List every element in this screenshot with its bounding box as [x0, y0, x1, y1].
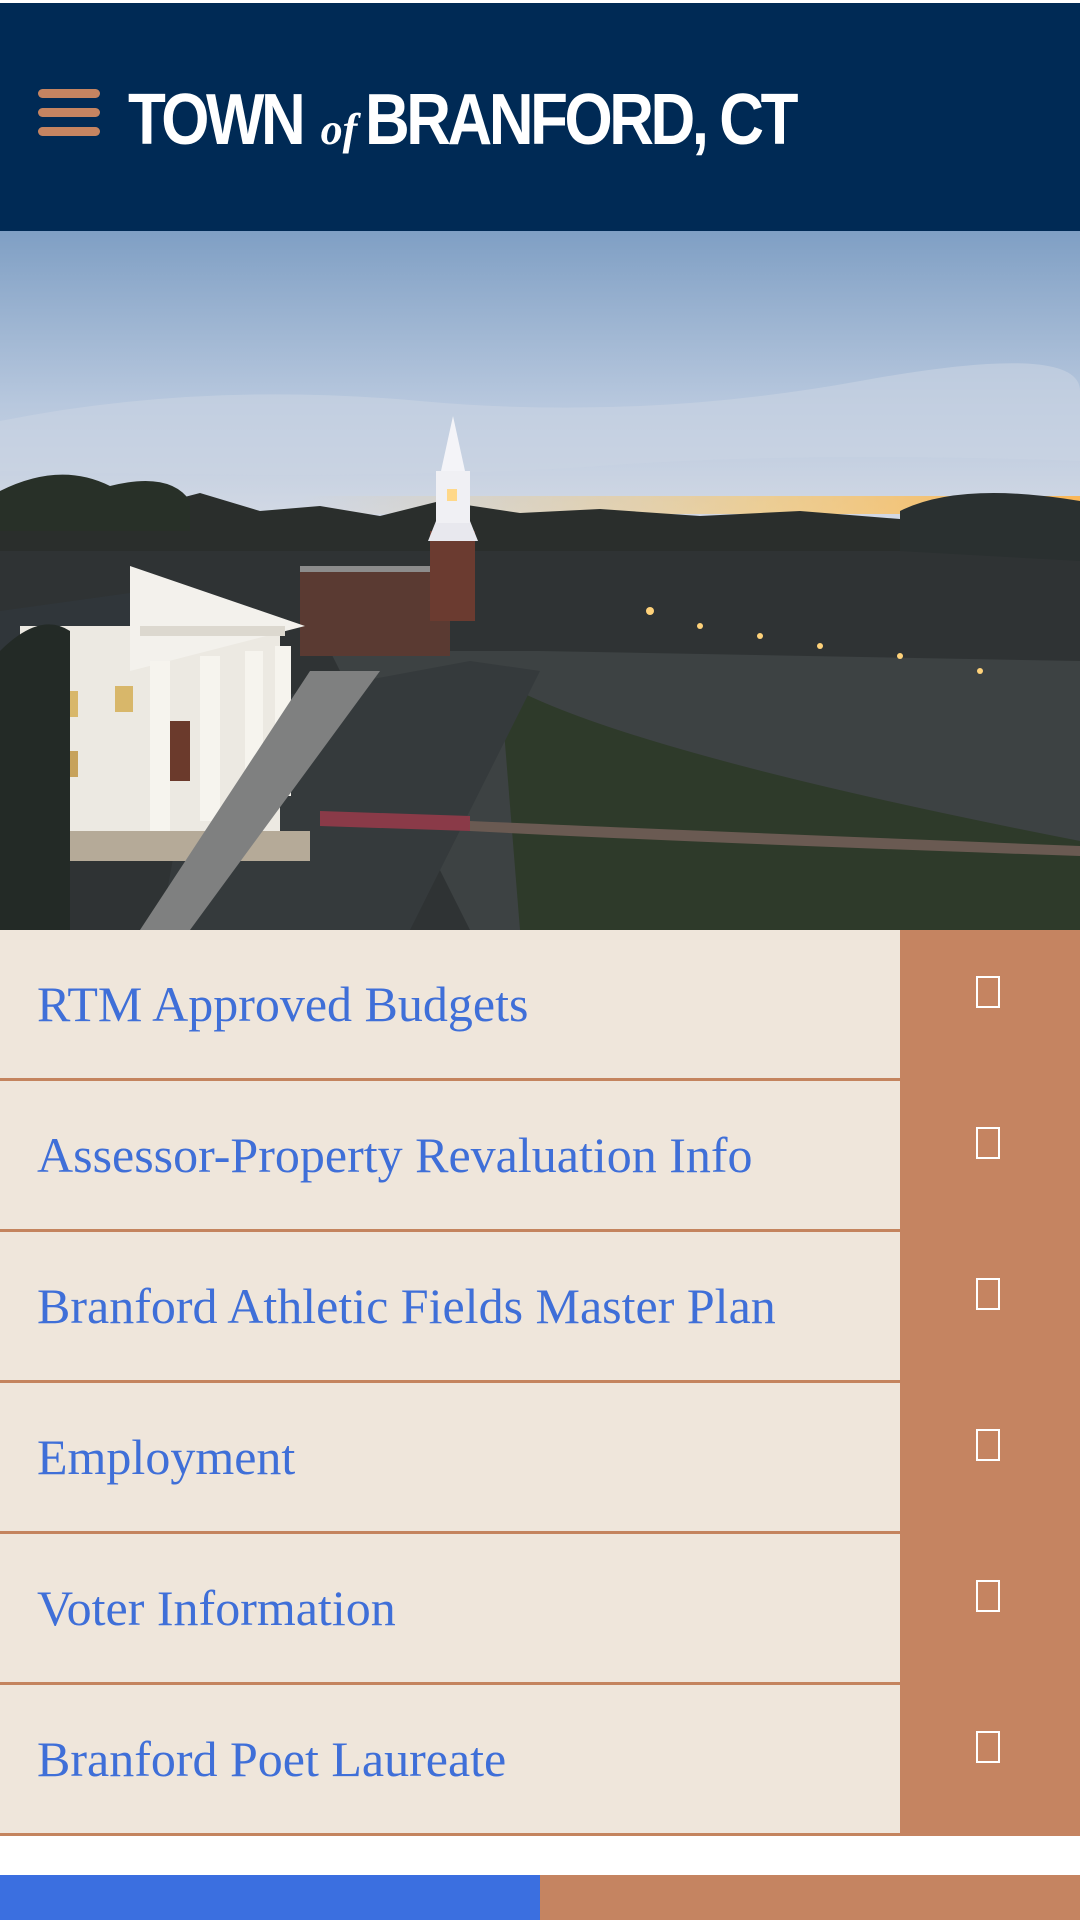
logo-name-text: BRANFORD, CT	[365, 80, 798, 160]
row-side-panel	[900, 1081, 1080, 1232]
row-side-panel	[900, 1685, 1080, 1836]
row-side-panel	[900, 930, 1080, 1081]
checkbox-icon[interactable]	[976, 1731, 1000, 1763]
checkbox-icon[interactable]	[976, 1278, 1000, 1310]
hamburger-menu-icon[interactable]	[38, 89, 100, 137]
row-side-panel	[900, 1534, 1080, 1685]
checkbox-icon[interactable]	[976, 976, 1000, 1008]
row-side-panel	[900, 1383, 1080, 1534]
menu-bar	[38, 89, 100, 98]
list-item: RTM Approved Budgets	[0, 930, 1080, 1081]
quick-link-poet-laureate[interactable]: Branford Poet Laureate	[0, 1685, 900, 1836]
bottom-right-tab[interactable]	[540, 1875, 1080, 1920]
quick-link-employment[interactable]: Employment	[0, 1383, 900, 1534]
checkbox-icon[interactable]	[976, 1429, 1000, 1461]
list-item: Branford Poet Laureate	[0, 1685, 1080, 1836]
hero-image	[0, 231, 1080, 930]
site-header: TOWN of BRANFORD, CT	[0, 3, 1080, 231]
menu-bar	[38, 127, 100, 136]
list-item: Assessor-Property Revaluation Info	[0, 1081, 1080, 1232]
quick-link-athletic-fields-plan[interactable]: Branford Athletic Fields Master Plan	[0, 1232, 900, 1383]
quick-link-assessor-revaluation[interactable]: Assessor-Property Revaluation Info	[0, 1081, 900, 1232]
quick-links-list: RTM Approved Budgets Assessor-Property R…	[0, 930, 1080, 1836]
list-item: Branford Athletic Fields Master Plan	[0, 1232, 1080, 1383]
checkbox-icon[interactable]	[976, 1127, 1000, 1159]
list-item: Voter Information	[0, 1534, 1080, 1685]
quick-link-rtm-approved-budgets[interactable]: RTM Approved Budgets	[0, 930, 900, 1081]
row-side-panel	[900, 1232, 1080, 1383]
section-spacer	[0, 1842, 1080, 1875]
quick-link-voter-information[interactable]: Voter Information	[0, 1534, 900, 1685]
logo-town-text: TOWN	[128, 80, 306, 160]
menu-bar	[38, 108, 100, 117]
logo-of-text: of	[320, 105, 358, 154]
bottom-left-tab[interactable]	[0, 1875, 540, 1920]
checkbox-icon[interactable]	[976, 1580, 1000, 1612]
site-logo[interactable]: TOWN of BRANFORD, CT	[128, 79, 865, 160]
list-item: Employment	[0, 1383, 1080, 1534]
